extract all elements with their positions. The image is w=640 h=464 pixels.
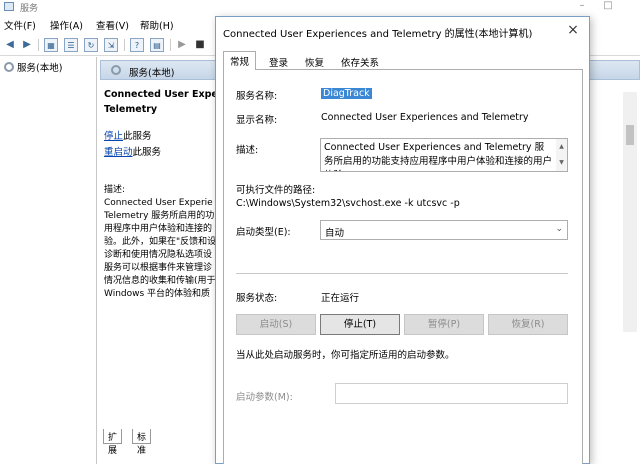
- stop-button[interactable]: 停止(T): [320, 314, 400, 335]
- restart-service-suffix: 此服务: [132, 147, 162, 158]
- service-title-line: Telemetry: [104, 104, 158, 115]
- services-titlebar: 服务 – □: [0, 0, 640, 14]
- stop-service-icon[interactable]: ■: [193, 38, 207, 52]
- resume-button[interactable]: 恢复(R): [488, 314, 568, 335]
- dialog-tabs: 常规 登录 恢复 依存关系: [223, 51, 583, 70]
- description-line: 诊断和使用情况隐私选项设: [104, 250, 213, 260]
- services-app-icon: [4, 2, 14, 11]
- toolbar-separator: [170, 39, 171, 51]
- restart-service-line: 重启动此服务: [104, 145, 216, 161]
- gear-icon: [4, 62, 14, 72]
- close-icon[interactable]: ×: [565, 22, 581, 38]
- refresh-icon[interactable]: ↻: [84, 38, 98, 52]
- service-name-text: DiagTrack: [321, 88, 372, 99]
- maximize-icon[interactable]: □: [598, 0, 618, 12]
- gear-icon: [111, 65, 121, 75]
- service-summary: Connected User Experien Telemetry 停止此服务 …: [104, 87, 216, 161]
- description-line: 服务可以根据事件来管理诊: [104, 263, 213, 273]
- general-tab-panel: 服务名称: DiagTrack 显示名称: Connected User Exp…: [223, 69, 583, 464]
- service-properties-dialog: Connected User Experiences and Telemetry…: [215, 16, 590, 464]
- menu-help[interactable]: 帮助(H): [140, 18, 174, 32]
- tree-item-label: 服务(本地): [17, 63, 63, 74]
- exec-path-label: 可执行文件的路径:: [236, 185, 316, 196]
- services-window-title: 服务: [20, 4, 39, 14]
- chevron-down-icon: ⌄: [555, 224, 563, 234]
- startup-params-hint: 当从此处启动服务时，你可指定所适用的启动参数。: [236, 350, 455, 361]
- menu-file[interactable]: 文件(F): [4, 18, 36, 32]
- pause-button[interactable]: 暂停(P): [404, 314, 484, 335]
- description-label: 描述:: [236, 145, 259, 156]
- startup-params-label: 启动参数(M):: [236, 392, 293, 403]
- start-button[interactable]: 启动(S): [236, 314, 316, 335]
- toolbar-separator: [124, 39, 125, 51]
- service-title-line: Connected User Experien: [104, 89, 216, 100]
- description-label: 描述:: [104, 185, 126, 195]
- display-name-value: Connected User Experiences and Telemetry: [321, 112, 529, 123]
- description-line: 用程序中用户体验和连接的: [104, 224, 213, 234]
- description-line: Connected User Experie: [104, 198, 213, 208]
- dialog-title: Connected User Experiences and Telemetry…: [223, 29, 533, 40]
- stop-service-link[interactable]: 停止: [104, 131, 123, 142]
- scrollbar-thumb[interactable]: [626, 125, 634, 145]
- menu-action[interactable]: 操作(A): [50, 18, 83, 32]
- list-view-icon[interactable]: ☰: [64, 38, 78, 52]
- description-textbox[interactable]: Connected User Experiences and Telemetry…: [320, 138, 568, 172]
- stop-service-line: 停止此服务: [104, 129, 216, 145]
- toolbar-separator: [38, 39, 39, 51]
- tab-extended[interactable]: 扩展: [103, 429, 123, 456]
- description-line: 验。此外，如果在"反馈和设: [104, 237, 216, 247]
- console-tree: 服务(本地): [0, 57, 97, 464]
- display-name-label: 显示名称:: [236, 115, 278, 126]
- stop-service-suffix: 此服务: [123, 131, 152, 142]
- forward-icon[interactable]: ▶: [20, 38, 34, 52]
- tab-dependencies[interactable]: 依存关系: [335, 53, 385, 69]
- tab-general[interactable]: 常规: [223, 51, 257, 70]
- description-line: 情况信息的收集和传输(用于: [104, 276, 216, 286]
- service-summary-title: Connected User Experien Telemetry: [104, 87, 216, 117]
- service-description: 描述: Connected User Experie Telemetry 服务所…: [104, 184, 216, 301]
- section-divider: [236, 273, 568, 274]
- tree-item-services-local[interactable]: 服务(本地): [4, 60, 62, 74]
- properties-icon[interactable]: ▤: [150, 38, 164, 52]
- dialog-titlebar: Connected User Experiences and Telemetry…: [216, 17, 589, 45]
- service-status-value: 正在运行: [321, 293, 360, 304]
- description-line: Telemetry 服务所启用的功: [104, 211, 215, 221]
- menu-view[interactable]: 查看(V): [96, 18, 129, 32]
- back-icon[interactable]: ◀: [3, 38, 17, 52]
- startup-params-input[interactable]: [335, 383, 568, 404]
- service-name-label: 服务名称:: [236, 91, 278, 102]
- content-header-title: 服务(本地): [129, 68, 175, 79]
- export-list-icon[interactable]: ⇲: [104, 38, 118, 52]
- description-scrollbar[interactable]: ▲ ▼: [556, 139, 567, 171]
- tab-recovery[interactable]: 恢复: [299, 53, 330, 69]
- startup-type-label: 启动类型(E):: [236, 227, 291, 238]
- service-status-label: 服务状态:: [236, 293, 278, 304]
- restart-service-link[interactable]: 重启动: [104, 147, 133, 158]
- startup-type-value: 自动: [325, 228, 345, 239]
- console-tree-icon[interactable]: ▦: [44, 38, 58, 52]
- tab-standard[interactable]: 标准: [132, 429, 152, 456]
- description-text: Connected User Experiences and Telemetry…: [324, 142, 553, 171]
- minimize-icon[interactable]: –: [572, 0, 592, 12]
- help-icon[interactable]: ?: [130, 38, 144, 52]
- service-name-value[interactable]: DiagTrack: [321, 88, 372, 99]
- tab-logon[interactable]: 登录: [263, 53, 294, 69]
- startup-type-select[interactable]: 自动 ⌄: [320, 220, 568, 240]
- exec-path-value: C:\Windows\System32\svchost.exe -k utcsv…: [236, 198, 460, 209]
- description-line: Windows 平台的体验和质: [104, 289, 211, 299]
- start-service-icon[interactable]: ▶: [175, 38, 189, 52]
